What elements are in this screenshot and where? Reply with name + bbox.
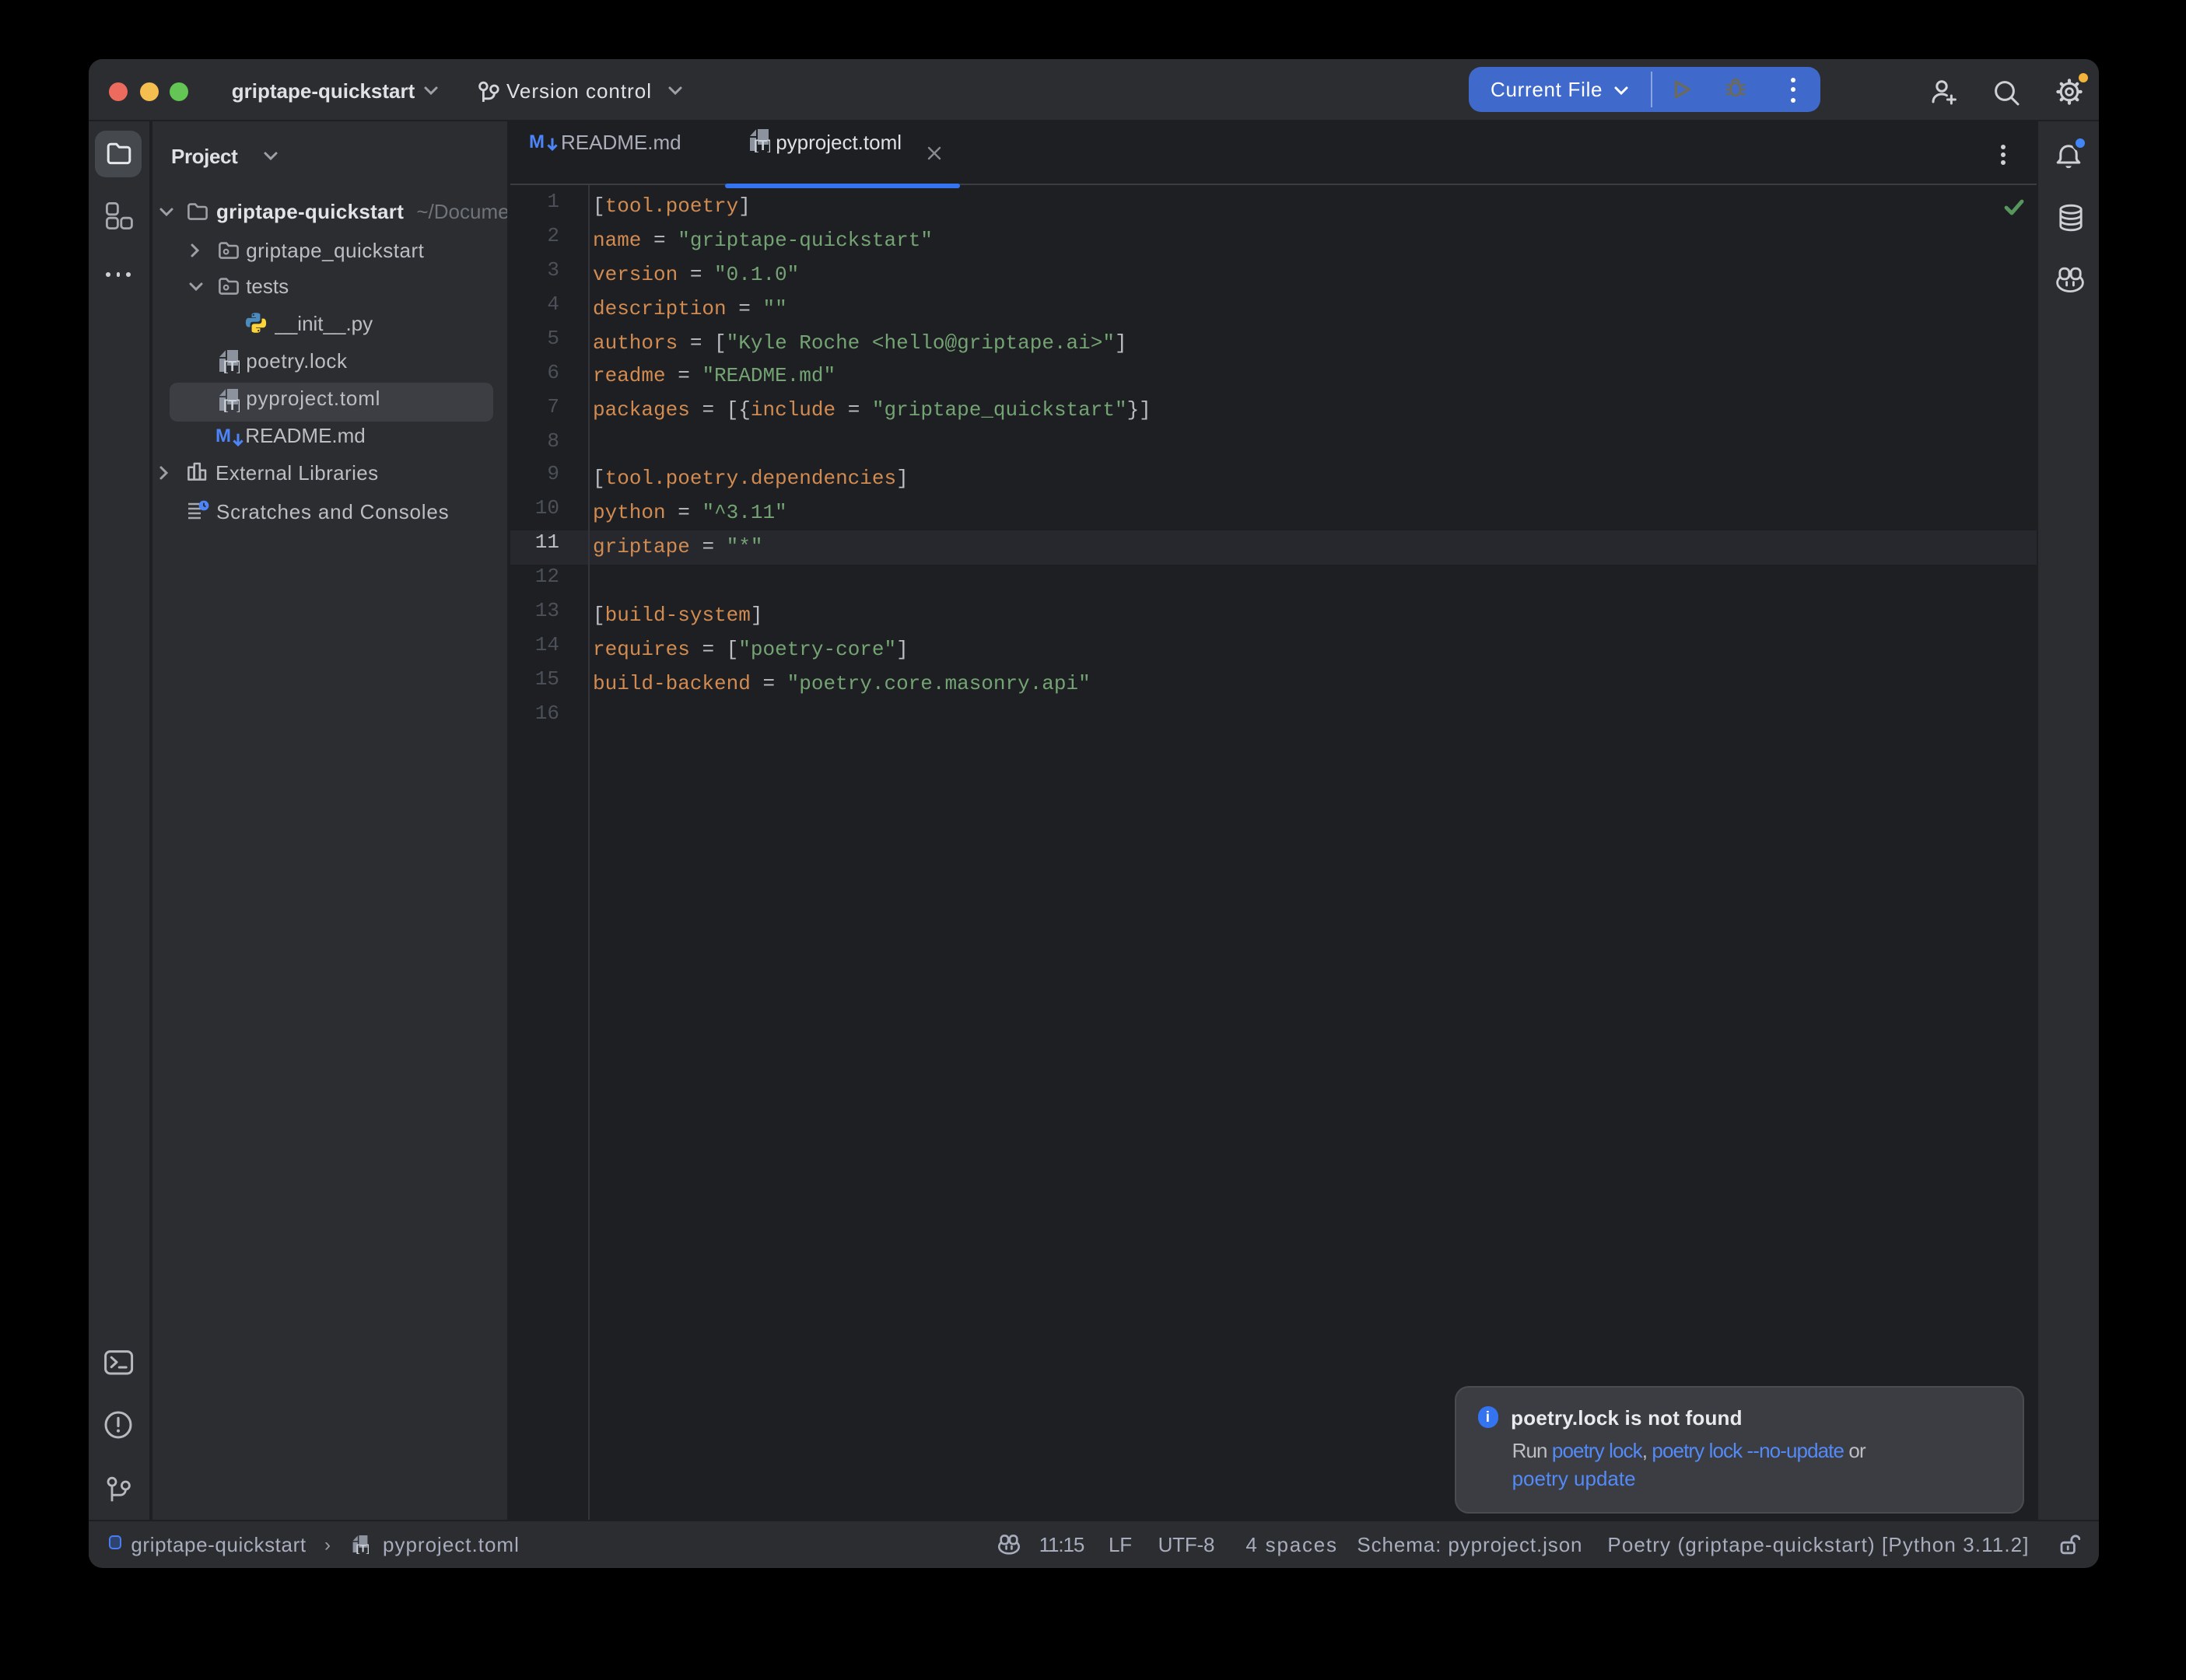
svg-text:[T]: [T] xyxy=(754,138,770,153)
svg-text:[T]: [T] xyxy=(223,397,240,411)
svg-text:[T]: [T] xyxy=(223,359,240,374)
svg-text:[T]: [T] xyxy=(356,1542,368,1554)
